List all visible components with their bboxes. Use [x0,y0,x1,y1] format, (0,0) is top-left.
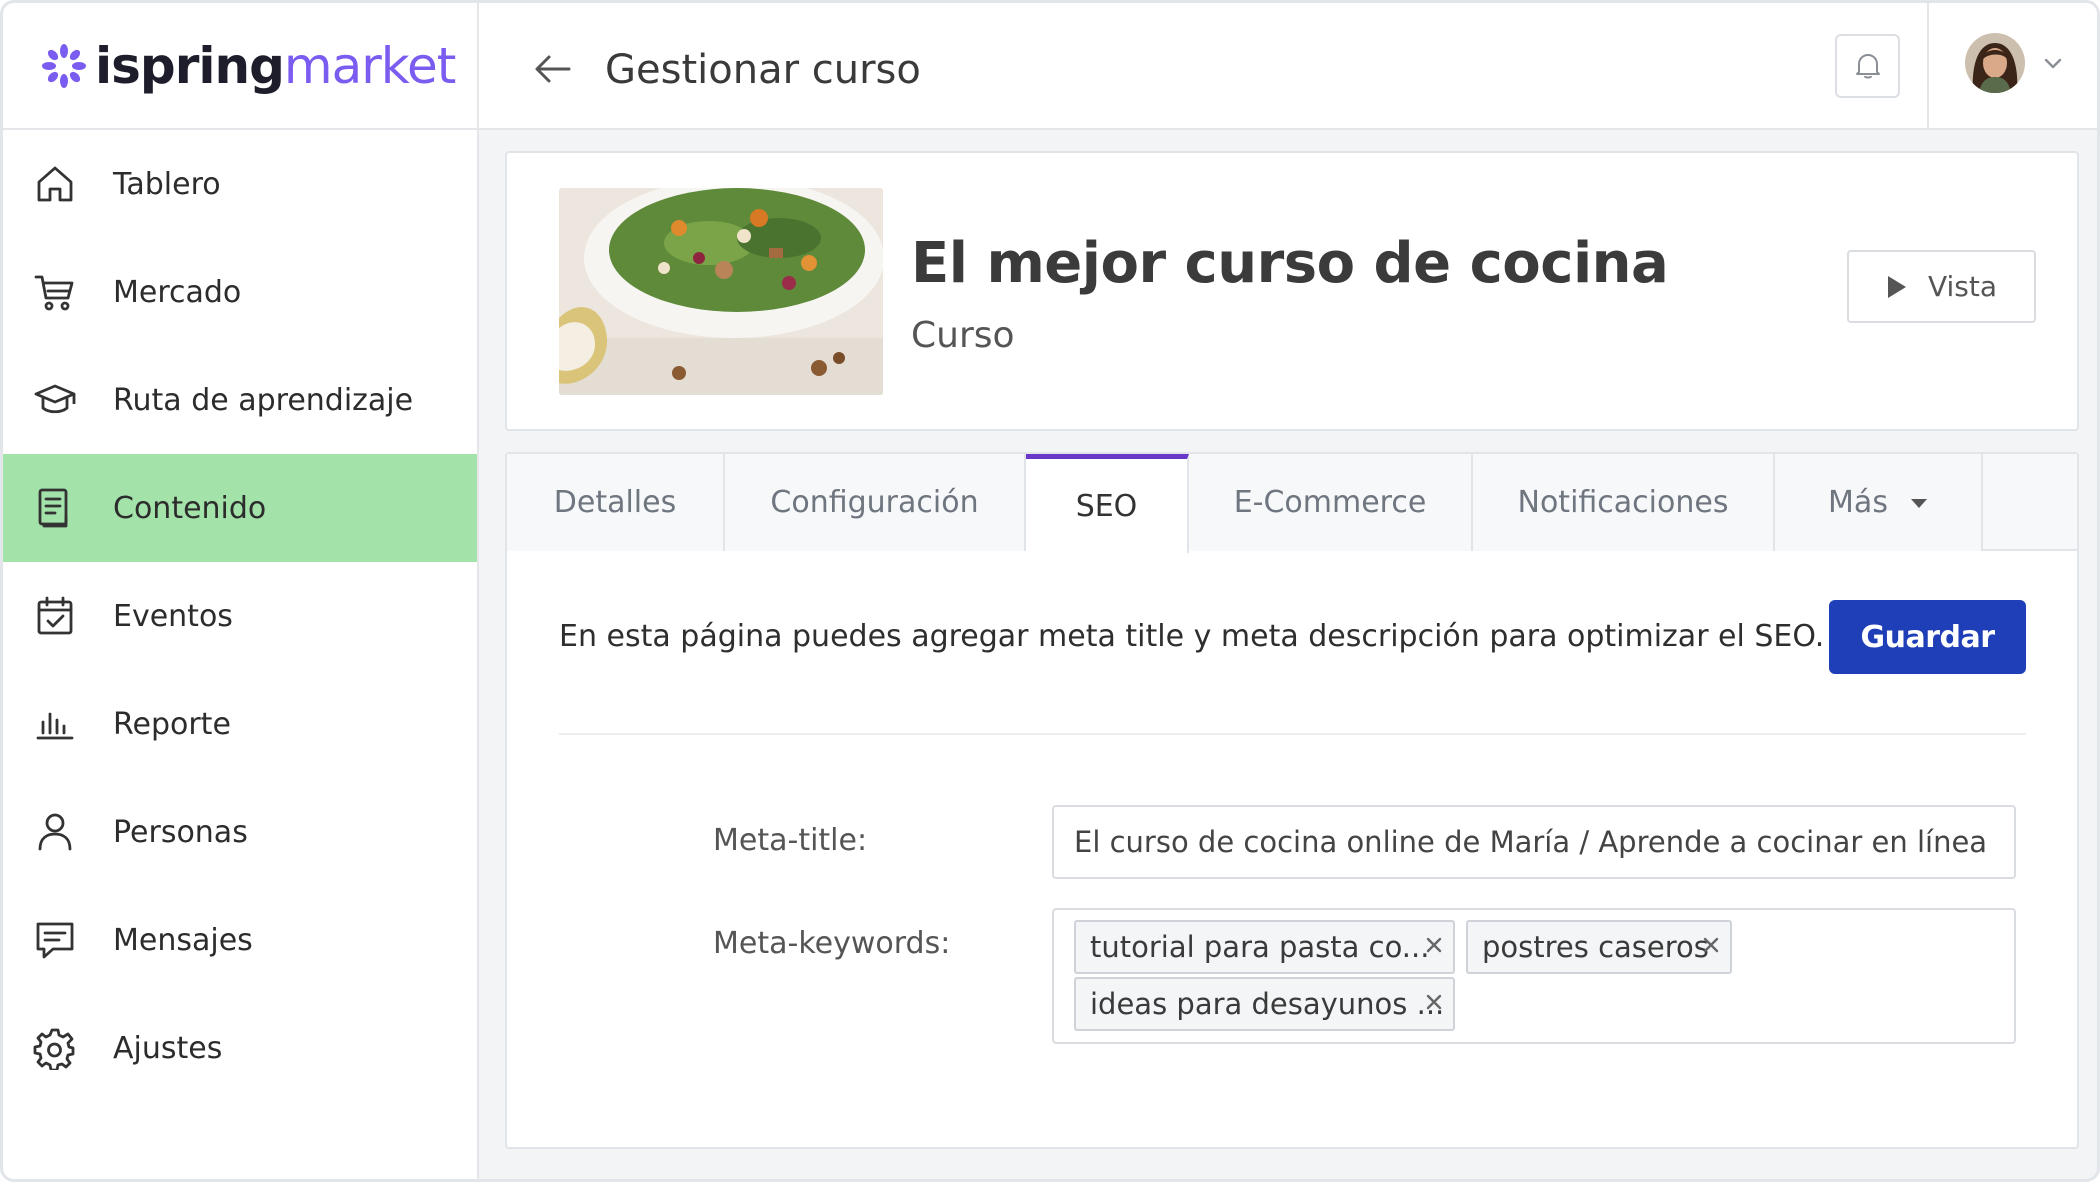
tab-label: E-Commerce [1233,485,1427,520]
sidebar-item-label: Reporte [113,706,231,742]
person-icon [33,810,77,854]
back-arrow-icon[interactable] [531,47,575,91]
sidebar-item-tablero[interactable]: Tablero [3,130,477,238]
course-type: Curso [911,315,1015,356]
settings-panel: Detalles Configuración SEO E-Commerce No… [505,452,2079,1149]
tab-detalles[interactable]: Detalles [507,454,725,551]
tab-seo[interactable]: SEO [1026,454,1189,553]
sidebar-item-ajustes[interactable]: Ajustes [3,994,477,1102]
top-bar: Gestionar curso [479,3,2097,130]
play-icon [1887,275,1906,298]
avatar[interactable] [1965,33,2025,93]
save-button[interactable]: Guardar [1829,600,2026,674]
sidebar-item-ruta[interactable]: Ruta de aprendizaje [3,346,477,454]
sidebar-item-mercado[interactable]: Mercado [3,238,477,346]
remove-tag-icon[interactable] [1423,934,1445,956]
meta-keywords-label: Meta-keywords: [713,926,951,961]
course-thumbnail [559,188,883,395]
logo[interactable]: ispringmarket [3,3,477,130]
home-icon [33,162,77,206]
sidebar-item-label: Tablero [113,166,221,202]
app-window: ispringmarket Tablero Mercado Ruta de ap… [0,0,2100,1182]
course-title: El mejor curso de cocina [911,231,1669,296]
sidebar-item-label: Contenido [113,490,267,526]
tab-ecommerce[interactable]: E-Commerce [1189,454,1473,551]
sidebar-item-personas[interactable]: Personas [3,778,477,886]
seo-intro-text: En esta página puedes agregar meta title… [559,619,1825,654]
cart-icon [33,270,77,314]
meta-title-input[interactable] [1052,805,2016,879]
keyword-tag: tutorial para pasta co... [1074,920,1455,974]
sidebar-item-contenido[interactable]: Contenido [3,454,477,562]
gear-icon [33,1026,77,1072]
caret-down-icon [1910,498,1927,508]
sidebar-item-label: Mensajes [113,922,253,958]
sidebar: ispringmarket Tablero Mercado Ruta de ap… [3,3,479,1179]
notifications-button[interactable] [1835,34,1900,98]
logo-mark-icon [42,43,86,88]
user-menu[interactable] [1965,33,2065,93]
divider [559,733,2026,735]
tab-label: Notificaciones [1517,485,1729,520]
content-icon [33,486,77,530]
course-header-card: El mejor curso de cocina Curso Vista [505,151,2079,431]
tab-notificaciones[interactable]: Notificaciones [1473,454,1775,551]
sidebar-item-label: Eventos [113,598,233,634]
logo-word-dark: ispring [95,36,285,95]
tab-configuracion[interactable]: Configuración [725,454,1026,551]
tab-label: Detalles [553,485,677,520]
meta-keywords-input[interactable]: tutorial para pasta co... postres casero… [1052,908,2016,1044]
bar-chart-icon [33,702,77,746]
preview-button-label: Vista [1927,270,1998,303]
sidebar-item-eventos[interactable]: Eventos [3,562,477,670]
preview-button[interactable]: Vista [1847,250,2036,323]
sidebar-nav: Tablero Mercado Ruta de aprendizaje Cont… [3,130,477,1102]
keyword-tag-label: ideas para desayunos ... [1090,987,1445,1021]
tab-label: Más [1828,485,1888,520]
meta-title-label: Meta-title: [713,823,868,858]
tab-bar: Detalles Configuración SEO E-Commerce No… [507,454,2077,553]
tab-label: Configuración [770,485,979,520]
topbar-divider [1927,3,1929,130]
keyword-tag-label: tutorial para pasta co... [1090,930,1430,964]
remove-tag-icon[interactable] [1423,991,1445,1013]
keyword-tag: ideas para desayunos ... [1074,977,1455,1031]
remove-tag-icon[interactable] [1700,934,1722,956]
graduation-cap-icon [33,378,77,422]
calendar-check-icon [33,594,77,638]
message-icon [33,918,77,962]
keyword-tag-label: postres caseros [1482,930,1709,964]
tab-label: SEO [1075,488,1138,524]
bell-icon [1855,54,1880,79]
page-title: Gestionar curso [605,47,921,93]
keyword-tag: postres caseros [1466,920,1732,974]
logo-wordmark: ispringmarket [95,41,456,91]
sidebar-item-label: Ruta de aprendizaje [113,382,414,418]
sidebar-item-mensajes[interactable]: Mensajes [3,886,477,994]
chevron-down-icon [2044,58,2062,69]
logo-word-light: market [283,36,456,95]
sidebar-item-label: Personas [113,814,248,850]
sidebar-item-label: Mercado [113,274,242,310]
tab-mas[interactable]: Más [1775,454,1983,551]
sidebar-item-label: Ajustes [113,1030,223,1066]
sidebar-item-reporte[interactable]: Reporte [3,670,477,778]
